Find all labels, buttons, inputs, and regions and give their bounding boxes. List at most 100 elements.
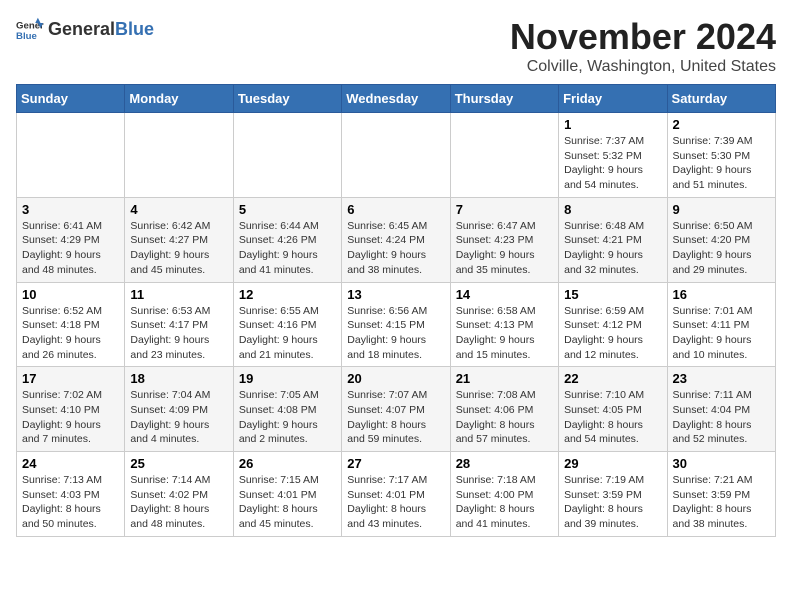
day-number: 4 [130, 202, 227, 217]
day-info: Sunrise: 7:14 AMSunset: 4:02 PMDaylight:… [130, 473, 227, 532]
calendar-cell: 24 Sunrise: 7:13 AMSunset: 4:03 PMDayligh… [17, 452, 125, 537]
day-number: 14 [456, 287, 553, 302]
day-info: Sunrise: 6:45 AMSunset: 4:24 PMDaylight:… [347, 219, 444, 278]
calendar-cell: 11 Sunrise: 6:53 AMSunset: 4:17 PMDayligh… [125, 282, 233, 367]
day-number: 6 [347, 202, 444, 217]
day-info: Sunrise: 7:08 AMSunset: 4:06 PMDaylight:… [456, 388, 553, 447]
day-number: 11 [130, 287, 227, 302]
day-info: Sunrise: 6:55 AMSunset: 4:16 PMDaylight:… [239, 304, 336, 363]
day-number: 21 [456, 371, 553, 386]
calendar-cell: 17 Sunrise: 7:02 AMSunset: 4:10 PMDayligh… [17, 367, 125, 452]
calendar-cell: 20 Sunrise: 7:07 AMSunset: 4:07 PMDayligh… [342, 367, 450, 452]
day-number: 19 [239, 371, 336, 386]
day-number: 22 [564, 371, 661, 386]
day-number: 7 [456, 202, 553, 217]
day-info: Sunrise: 7:21 AMSunset: 3:59 PMDaylight:… [673, 473, 770, 532]
day-info: Sunrise: 7:18 AMSunset: 4:00 PMDaylight:… [456, 473, 553, 532]
day-number: 9 [673, 202, 770, 217]
day-info: Sunrise: 7:01 AMSunset: 4:11 PMDaylight:… [673, 304, 770, 363]
calendar-cell [342, 113, 450, 198]
day-info: Sunrise: 7:05 AMSunset: 4:08 PMDaylight:… [239, 388, 336, 447]
calendar-cell: 12Sunrise: 6:55 AMSunset: 4:16 PMDayligh… [233, 282, 341, 367]
weekday-header-thursday: Thursday [450, 85, 558, 113]
day-number: 16 [673, 287, 770, 302]
day-number: 29 [564, 456, 661, 471]
day-number: 2 [673, 117, 770, 132]
calendar-cell: 22 Sunrise: 7:10 AMSunset: 4:05 PMDayligh… [559, 367, 667, 452]
day-info: Sunrise: 7:15 AMSunset: 4:01 PMDaylight:… [239, 473, 336, 532]
day-number: 5 [239, 202, 336, 217]
calendar-cell: 27 Sunrise: 7:17 AMSunset: 4:01 PMDayligh… [342, 452, 450, 537]
day-number: 28 [456, 456, 553, 471]
logo-general-text: General [48, 19, 115, 39]
calendar-cell: 26 Sunrise: 7:15 AMSunset: 4:01 PMDayligh… [233, 452, 341, 537]
calendar-cell: 1Sunrise: 7:37 AMSunset: 5:32 PMDaylight… [559, 113, 667, 198]
logo: General Blue GeneralBlue [16, 16, 154, 44]
day-info: Sunrise: 6:58 AMSunset: 4:13 PMDaylight:… [456, 304, 553, 363]
day-info: Sunrise: 7:17 AMSunset: 4:01 PMDaylight:… [347, 473, 444, 532]
day-info: Sunrise: 6:42 AMSunset: 4:27 PMDaylight:… [130, 219, 227, 278]
month-title: November 2024 [510, 16, 776, 58]
title-area: November 2024 Colville, Washington, Unit… [510, 16, 776, 76]
calendar-cell: 28 Sunrise: 7:18 AMSunset: 4:00 PMDayligh… [450, 452, 558, 537]
calendar-cell: 2 Sunrise: 7:39 AMSunset: 5:30 PMDaylight… [667, 113, 775, 198]
day-info: Sunrise: 6:44 AMSunset: 4:26 PMDaylight:… [239, 219, 336, 278]
calendar-cell: 14 Sunrise: 6:58 AMSunset: 4:13 PMDayligh… [450, 282, 558, 367]
calendar-cell: 3 Sunrise: 6:41 AMSunset: 4:29 PMDaylight… [17, 197, 125, 282]
day-number: 1 [564, 117, 661, 132]
weekday-header-monday: Monday [125, 85, 233, 113]
calendar-cell: 21 Sunrise: 7:08 AMSunset: 4:06 PMDayligh… [450, 367, 558, 452]
day-info: Sunrise: 7:10 AMSunset: 4:05 PMDaylight:… [564, 388, 661, 447]
calendar-cell: 4 Sunrise: 6:42 AMSunset: 4:27 PMDaylight… [125, 197, 233, 282]
calendar-cell [125, 113, 233, 198]
weekday-header-wednesday: Wednesday [342, 85, 450, 113]
day-number: 30 [673, 456, 770, 471]
weekday-header-friday: Friday [559, 85, 667, 113]
weekday-header-sunday: Sunday [17, 85, 125, 113]
calendar-cell: 23Sunrise: 7:11 AMSunset: 4:04 PMDayligh… [667, 367, 775, 452]
day-number: 8 [564, 202, 661, 217]
day-info: Sunrise: 6:50 AMSunset: 4:20 PMDaylight:… [673, 219, 770, 278]
day-number: 24 [22, 456, 119, 471]
weekday-header-tuesday: Tuesday [233, 85, 341, 113]
header: General Blue GeneralBlue November 2024 C… [16, 16, 776, 76]
day-number: 20 [347, 371, 444, 386]
logo-icon: General Blue [16, 16, 44, 44]
location: Colville, Washington, United States [510, 58, 776, 76]
day-number: 25 [130, 456, 227, 471]
day-number: 15 [564, 287, 661, 302]
day-info: Sunrise: 7:39 AMSunset: 5:30 PMDaylight:… [673, 134, 770, 193]
day-info: Sunrise: 6:47 AMSunset: 4:23 PMDaylight:… [456, 219, 553, 278]
calendar-cell: 8 Sunrise: 6:48 AMSunset: 4:21 PMDaylight… [559, 197, 667, 282]
day-info: Sunrise: 6:56 AMSunset: 4:15 PMDaylight:… [347, 304, 444, 363]
day-number: 18 [130, 371, 227, 386]
day-info: Sunrise: 7:07 AMSunset: 4:07 PMDaylight:… [347, 388, 444, 447]
logo-blue-text: Blue [115, 19, 154, 39]
calendar-cell: 29Sunrise: 7:19 AMSunset: 3:59 PMDayligh… [559, 452, 667, 537]
calendar-cell: 19 Sunrise: 7:05 AMSunset: 4:08 PMDayligh… [233, 367, 341, 452]
day-info: Sunrise: 6:53 AMSunset: 4:17 PMDaylight:… [130, 304, 227, 363]
calendar-cell: 16 Sunrise: 7:01 AMSunset: 4:11 PMDayligh… [667, 282, 775, 367]
day-number: 27 [347, 456, 444, 471]
day-number: 10 [22, 287, 119, 302]
day-number: 17 [22, 371, 119, 386]
calendar-cell: 6 Sunrise: 6:45 AMSunset: 4:24 PMDaylight… [342, 197, 450, 282]
day-number: 26 [239, 456, 336, 471]
calendar-cell: 9 Sunrise: 6:50 AMSunset: 4:20 PMDaylight… [667, 197, 775, 282]
svg-text:Blue: Blue [16, 31, 37, 42]
day-number: 13 [347, 287, 444, 302]
day-info: Sunrise: 6:48 AMSunset: 4:21 PMDaylight:… [564, 219, 661, 278]
calendar-cell [17, 113, 125, 198]
calendar-cell [450, 113, 558, 198]
day-number: 3 [22, 202, 119, 217]
calendar-cell: 5 Sunrise: 6:44 AMSunset: 4:26 PMDaylight… [233, 197, 341, 282]
calendar-cell: 7 Sunrise: 6:47 AMSunset: 4:23 PMDaylight… [450, 197, 558, 282]
day-info: Sunrise: 7:02 AMSunset: 4:10 PMDaylight:… [22, 388, 119, 447]
day-info: Sunrise: 6:59 AMSunset: 4:12 PMDaylight:… [564, 304, 661, 363]
day-info: Sunrise: 6:41 AMSunset: 4:29 PMDaylight:… [22, 219, 119, 278]
calendar-cell: 18 Sunrise: 7:04 AMSunset: 4:09 PMDayligh… [125, 367, 233, 452]
calendar-cell [233, 113, 341, 198]
day-info: Sunrise: 7:13 AMSunset: 4:03 PMDaylight:… [22, 473, 119, 532]
weekday-header-saturday: Saturday [667, 85, 775, 113]
day-info: Sunrise: 7:04 AMSunset: 4:09 PMDaylight:… [130, 388, 227, 447]
